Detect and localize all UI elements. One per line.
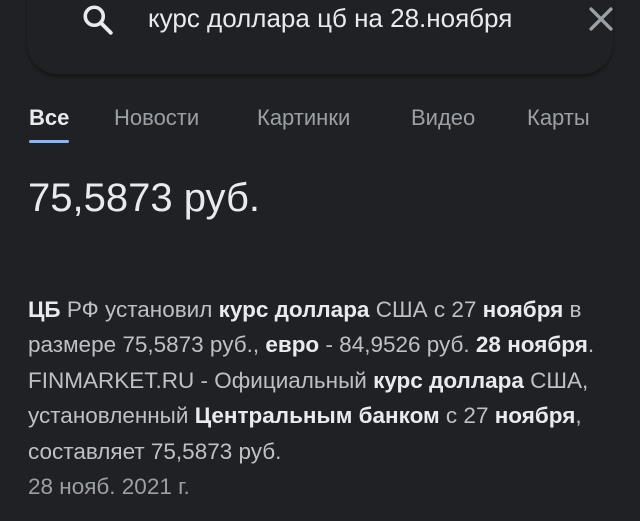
- snippet-fragment: РФ установил: [60, 297, 219, 322]
- active-tab-indicator: [29, 140, 69, 143]
- snippet-highlight: 28 ноября: [475, 332, 588, 358]
- tab-video[interactable]: Видео: [411, 105, 475, 131]
- snippet-text: ЦБ РФ установил курс доллара США с 27 но…: [28, 297, 594, 464]
- search-input[interactable]: [148, 0, 568, 40]
- featured-snippet: ЦБ РФ установил курс доллара США с 27 но…: [28, 292, 618, 504]
- snippet-highlight: Центральным банком: [194, 403, 440, 429]
- search-icon[interactable]: [80, 2, 116, 38]
- tab-all[interactable]: Все: [29, 105, 69, 131]
- snippet-date: 28 нояб. 2021 г.: [28, 474, 190, 500]
- snippet-fragment: - 84,9526 руб.: [319, 332, 476, 358]
- answer-value: 75,5873 руб.: [28, 176, 260, 220]
- snippet-highlight: ЦБ: [28, 297, 61, 322]
- snippet-highlight: курс доллара: [373, 367, 524, 393]
- search-tabs: Все Новости Картинки Видео Карты: [0, 100, 640, 146]
- close-icon[interactable]: [584, 2, 618, 36]
- tab-maps[interactable]: Карты: [527, 105, 590, 131]
- snippet-highlight: курс доллара: [218, 297, 370, 322]
- snippet-fragment: США с 27: [369, 297, 483, 322]
- snippet-highlight: ноября: [494, 403, 576, 429]
- search-bar: [28, 0, 613, 74]
- snippet-highlight: ноября: [482, 297, 564, 322]
- snippet-highlight: евро: [265, 332, 320, 358]
- snippet-fragment: с 27: [439, 403, 495, 429]
- tab-images[interactable]: Картинки: [257, 105, 350, 131]
- tab-news[interactable]: Новости: [114, 105, 199, 131]
